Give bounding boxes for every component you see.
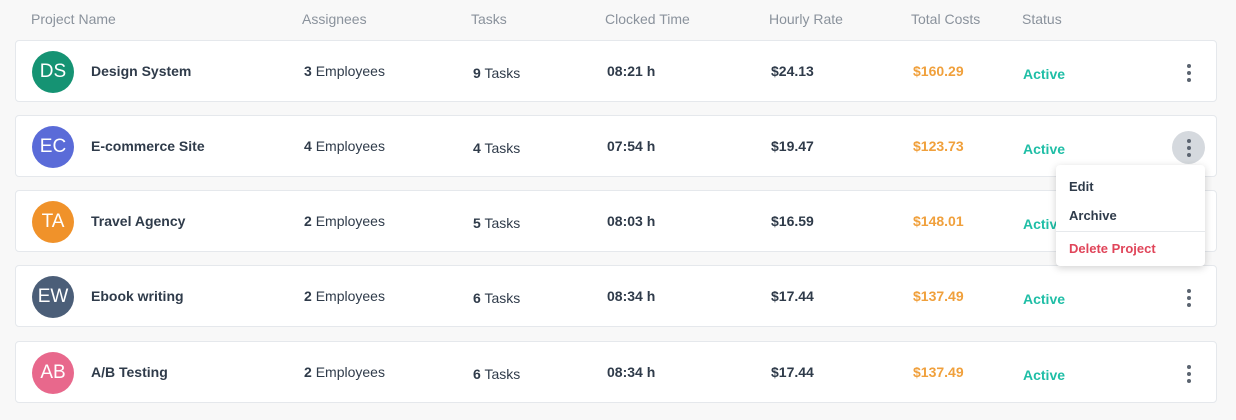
row-menu-button[interactable]: [1172, 357, 1205, 390]
avatar: EW: [32, 276, 74, 318]
row-actions-menu: Edit Archive Delete Project: [1056, 165, 1205, 266]
clocked-time: 08:34 h: [607, 288, 656, 304]
tasks-cell: 6 Tasks: [473, 290, 520, 306]
status-badge: Active: [1023, 66, 1066, 82]
more-vertical-icon: [1186, 138, 1191, 157]
table-row[interactable]: EC E-commerce Site 4 Employees 4 Tasks 0…: [15, 115, 1217, 177]
avatar: TA: [32, 201, 74, 243]
assignee-unit: Employees: [315, 213, 385, 229]
status-badge: Active: [1023, 141, 1066, 157]
project-name[interactable]: E-commerce Site: [91, 138, 205, 154]
assignee-count: 2: [304, 213, 312, 229]
table-row[interactable]: EW Ebook writing 2 Employees 6 Tasks 08:…: [15, 265, 1217, 327]
assignees-cell: 2 Employees: [304, 288, 385, 304]
assignees-cell: 2 Employees: [304, 364, 385, 380]
total-cost: $148.01: [913, 213, 964, 229]
task-unit: Tasks: [484, 366, 521, 382]
assignees-cell: 3 Employees: [304, 63, 385, 79]
assignee-unit: Employees: [315, 364, 385, 380]
assignees-cell: 4 Employees: [304, 138, 385, 154]
more-vertical-icon: [1186, 364, 1191, 383]
header-tasks[interactable]: Tasks: [471, 11, 507, 27]
total-cost: $123.73: [913, 138, 964, 154]
assignee-count: 2: [304, 288, 312, 304]
header-project-name[interactable]: Project Name: [31, 11, 116, 27]
task-count: 6: [473, 290, 481, 306]
avatar: DS: [32, 51, 74, 93]
avatar: AB: [32, 352, 74, 394]
tasks-cell: 6 Tasks: [473, 366, 520, 382]
row-menu-button[interactable]: [1172, 56, 1205, 89]
project-name[interactable]: Ebook writing: [91, 288, 184, 304]
header-hourly-rate[interactable]: Hourly Rate: [769, 11, 843, 27]
table-header: Project Name Assignees Tasks Clocked Tim…: [0, 0, 1236, 38]
project-name[interactable]: Design System: [91, 63, 191, 79]
clocked-time: 08:21 h: [607, 63, 656, 79]
table-row[interactable]: AB A/B Testing 2 Employees 6 Tasks 08:34…: [15, 341, 1217, 403]
project-name[interactable]: A/B Testing: [91, 364, 168, 380]
status-badge: Active: [1023, 291, 1066, 307]
header-total-costs[interactable]: Total Costs: [911, 11, 980, 27]
total-cost: $137.49: [913, 288, 964, 304]
hourly-rate: $16.59: [771, 213, 814, 229]
assignee-count: 4: [304, 138, 312, 154]
assignee-unit: Employees: [315, 138, 385, 154]
task-unit: Tasks: [484, 65, 521, 81]
task-count: 9: [473, 65, 481, 81]
hourly-rate: $17.44: [771, 288, 814, 304]
clocked-time: 08:03 h: [607, 213, 656, 229]
clocked-time: 08:34 h: [607, 364, 656, 380]
assignee-unit: Employees: [315, 63, 385, 79]
row-menu-button[interactable]: [1172, 131, 1205, 164]
task-unit: Tasks: [484, 215, 521, 231]
header-status[interactable]: Status: [1022, 11, 1062, 27]
assignee-count: 3: [304, 63, 312, 79]
menu-item-archive[interactable]: Archive: [1069, 208, 1117, 223]
header-assignees[interactable]: Assignees: [302, 11, 367, 27]
menu-item-delete-project[interactable]: Delete Project: [1069, 241, 1156, 256]
header-clocked-time[interactable]: Clocked Time: [605, 11, 690, 27]
more-vertical-icon: [1186, 288, 1191, 307]
menu-divider: [1056, 231, 1205, 232]
row-menu-button[interactable]: [1172, 281, 1205, 314]
hourly-rate: $17.44: [771, 364, 814, 380]
task-unit: Tasks: [484, 290, 521, 306]
task-count: 4: [473, 140, 481, 156]
assignee-count: 2: [304, 364, 312, 380]
assignee-unit: Employees: [315, 288, 385, 304]
table-row[interactable]: TA Travel Agency 2 Employees 5 Tasks 08:…: [15, 190, 1217, 252]
total-cost: $137.49: [913, 364, 964, 380]
project-name[interactable]: Travel Agency: [91, 213, 185, 229]
hourly-rate: $24.13: [771, 63, 814, 79]
tasks-cell: 5 Tasks: [473, 215, 520, 231]
task-count: 6: [473, 366, 481, 382]
menu-item-edit[interactable]: Edit: [1069, 179, 1094, 194]
tasks-cell: 4 Tasks: [473, 140, 520, 156]
hourly-rate: $19.47: [771, 138, 814, 154]
more-vertical-icon: [1186, 63, 1191, 82]
clocked-time: 07:54 h: [607, 138, 656, 154]
task-count: 5: [473, 215, 481, 231]
tasks-cell: 9 Tasks: [473, 65, 520, 81]
assignees-cell: 2 Employees: [304, 213, 385, 229]
total-cost: $160.29: [913, 63, 964, 79]
task-unit: Tasks: [484, 140, 521, 156]
avatar: EC: [32, 126, 74, 168]
table-row[interactable]: DS Design System 3 Employees 9 Tasks 08:…: [15, 40, 1217, 102]
status-badge: Active: [1023, 367, 1066, 383]
projects-table: Project Name Assignees Tasks Clocked Tim…: [0, 0, 1236, 420]
